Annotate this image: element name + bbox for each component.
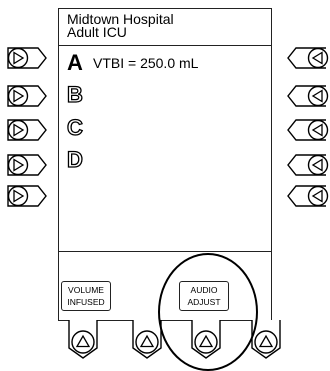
channel-letter-c: C — [66, 115, 83, 140]
pump-device: Midtown Hospital Adult ICU A VTBI = 250.… — [0, 0, 330, 371]
display-screen: Midtown Hospital Adult ICU A VTBI = 250.… — [58, 8, 272, 321]
right-select-key-1[interactable] — [286, 46, 330, 70]
left-select-key-2[interactable] — [4, 84, 48, 108]
bottom-select-key-1[interactable] — [66, 318, 100, 360]
volume-infused-label: VOLUME INFUSED — [61, 281, 111, 311]
bottom-select-key-2[interactable] — [130, 318, 164, 360]
right-select-key-5[interactable] — [286, 184, 330, 208]
screen-header: Midtown Hospital Adult ICU — [67, 12, 174, 40]
channel-letter-a: A — [67, 50, 83, 75]
bottom-select-key-4[interactable] — [249, 318, 283, 360]
channel-a-status: VTBI = 250.0 mL — [93, 55, 199, 71]
channel-row-c: C — [66, 115, 93, 140]
channel-row-b: B — [66, 82, 93, 107]
channel-letter-b: B — [66, 82, 83, 107]
audio-adjust-label: AUDIO ADJUST — [179, 281, 229, 311]
header-divider — [59, 45, 271, 46]
right-select-key-4[interactable] — [286, 153, 330, 177]
left-select-key-3[interactable] — [4, 118, 48, 142]
right-select-key-2[interactable] — [286, 84, 330, 108]
left-select-key-1[interactable] — [4, 46, 48, 70]
left-select-key-4[interactable] — [4, 153, 48, 177]
channel-row-d: D — [66, 147, 93, 172]
channel-letter-d: D — [66, 147, 83, 172]
right-select-key-3[interactable] — [286, 118, 330, 142]
channel-row-a: A VTBI = 250.0 mL — [67, 51, 198, 75]
unit-name: Adult ICU — [67, 24, 127, 40]
left-select-key-5[interactable] — [4, 184, 48, 208]
softkey-divider — [59, 251, 271, 252]
audio-adjust-key[interactable] — [189, 318, 223, 360]
